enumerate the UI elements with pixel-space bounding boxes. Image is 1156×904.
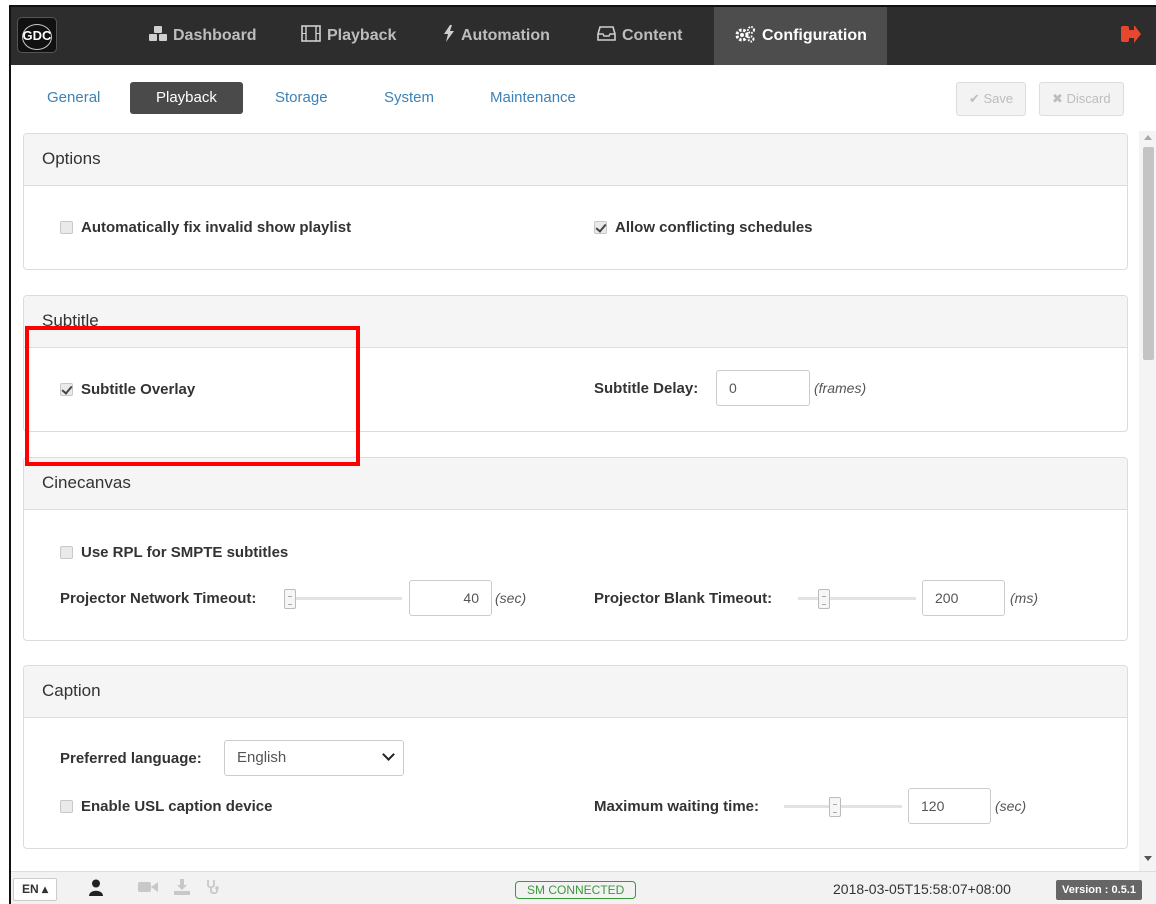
preferred-language-label: Preferred language: [60,750,202,767]
nav-dashboard[interactable]: Dashboard [149,7,257,65]
max-waiting-time-slider[interactable] [784,797,902,817]
subtitle-title: Subtitle [24,296,1127,348]
blank-timeout-unit: (ms) [1010,590,1038,606]
stethoscope-icon [206,879,220,900]
blank-timeout-slider-track [798,597,916,600]
download-icon [174,879,190,900]
blank-timeout-label: Projector Blank Timeout: [594,590,773,607]
preferred-language-value: English [237,749,287,766]
allow-conflicting-schedules-checkbox[interactable] [594,221,607,234]
gdc-logo[interactable]: GDC [17,17,57,53]
cogs-icon [734,25,756,48]
scroll-up-icon[interactable] [1144,135,1152,140]
sub-navigation: General Playback Storage System Maintena… [11,65,1156,131]
status-footer: EN ▴ SM CONNECTED 2018-03-05T15:58:07+08… [11,871,1156,904]
top-navbar: GDC Dashboard Playback Automation Conten… [11,7,1156,65]
content-scrollbar[interactable] [1139,131,1156,871]
auto-fix-playlist-checkbox[interactable] [60,221,73,234]
subtitle-delay-input[interactable]: 0 [716,370,810,406]
cinecanvas-panel: Cinecanvas Use RPL for SMPTE subtitles P… [23,457,1128,641]
usl-caption-checkbox[interactable] [60,800,73,813]
options-title: Options [24,134,1127,186]
sm-connection-status: SM CONNECTED [515,881,637,899]
blank-timeout-input[interactable]: 200 [922,580,1005,616]
timestamp: 2018-03-05T15:58:07+08:00 [833,881,1011,897]
allow-conflicting-schedules-label: Allow conflicting schedules [615,219,813,236]
version-badge: Version : 0.5.1 [1056,880,1142,900]
network-timeout-input[interactable]: 40 [409,580,492,616]
nav-automation-label: Automation [461,27,550,44]
subtitle-delay-unit: (frames) [814,380,867,396]
cubes-icon [149,25,167,47]
tab-maintenance[interactable]: Maintenance [476,82,590,114]
tab-playback[interactable]: Playback [130,82,243,114]
nav-playback-label: Playback [327,27,397,44]
settings-content: Options Automatically fix invalid show p… [11,131,1139,871]
network-timeout-label: Projector Network Timeout: [60,590,257,607]
network-timeout-slider[interactable] [284,589,402,609]
app-window: GDC Dashboard Playback Automation Conten… [9,5,1156,904]
language-selector[interactable]: EN ▴ [13,878,58,901]
cinecanvas-title: Cinecanvas [24,458,1127,510]
tab-general[interactable]: General [33,82,114,114]
network-timeout-slider-track [284,597,402,600]
nav-content-label: Content [622,27,683,44]
discard-button[interactable]: ✖ Discard [1039,82,1124,116]
nav-dashboard-label: Dashboard [173,27,257,44]
max-waiting-time-unit: (sec) [995,798,1027,814]
subtitle-panel: Subtitle Subtitle Overlay Subtitle Delay… [23,295,1128,432]
allow-conflicting-schedules-option[interactable]: Allow conflicting schedules [594,219,813,236]
use-rpl-option[interactable]: Use RPL for SMPTE subtitles [60,544,288,561]
max-waiting-time-slider-handle[interactable] [829,797,841,817]
usl-caption-label: Enable USL caption device [81,798,273,815]
chevron-down-icon [382,748,395,761]
save-button[interactable]: ✔ Save [956,82,1027,116]
usl-caption-option[interactable]: Enable USL caption device [60,798,272,815]
film-icon [301,25,321,47]
network-timeout-unit: (sec) [495,590,527,606]
caption-panel: Caption Preferred language: English Enab… [23,665,1128,849]
max-waiting-time-label: Maximum waiting time: [594,798,760,815]
tab-storage[interactable]: Storage [261,82,342,114]
inbox-icon [597,26,616,46]
subtitle-overlay-label: Subtitle Overlay [81,381,196,398]
nav-configuration[interactable]: Configuration [714,7,887,65]
caption-title: Caption [24,666,1127,718]
user-icon[interactable] [89,879,103,901]
subtitle-overlay-option[interactable]: Subtitle Overlay [60,381,195,398]
preferred-language-select[interactable]: English [224,740,404,776]
nav-automation[interactable]: Automation [443,7,550,65]
auto-fix-playlist-option[interactable]: Automatically fix invalid show playlist [60,219,351,236]
network-timeout-slider-handle[interactable] [284,589,296,609]
nav-playback[interactable]: Playback [301,7,396,65]
use-rpl-label: Use RPL for SMPTE subtitles [81,544,289,561]
subtitle-overlay-checkbox[interactable] [60,383,73,396]
video-camera-icon [138,879,158,899]
scroll-down-icon[interactable] [1144,856,1152,861]
nav-content[interactable]: Content [597,7,682,65]
nav-configuration-label: Configuration [762,27,867,44]
bolt-icon [443,25,455,47]
auto-fix-playlist-label: Automatically fix invalid show playlist [81,219,352,236]
options-panel: Options Automatically fix invalid show p… [23,133,1128,270]
max-waiting-time-input[interactable]: 120 [908,788,991,824]
tab-system[interactable]: System [370,82,448,114]
subtitle-delay-label: Subtitle Delay: [594,380,699,397]
blank-timeout-slider[interactable] [798,589,916,609]
scrollbar-thumb[interactable] [1143,147,1154,360]
use-rpl-checkbox[interactable] [60,546,73,559]
logo-text: GDC [22,27,52,43]
blank-timeout-slider-handle[interactable] [818,589,830,609]
max-waiting-time-slider-track [784,805,902,808]
logout-icon[interactable] [1120,23,1142,45]
